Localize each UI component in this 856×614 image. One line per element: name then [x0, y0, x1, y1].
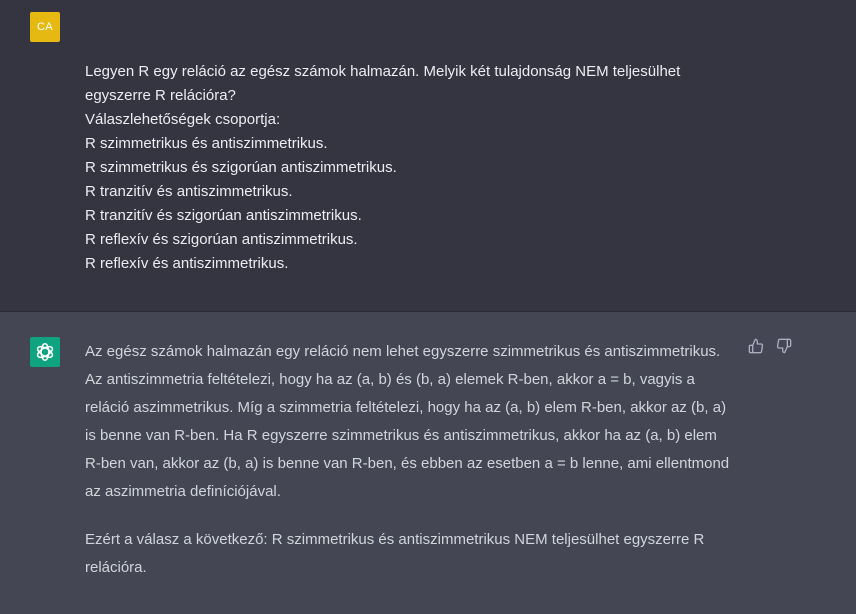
user-message-text: Legyen R egy reláció az egész számok hal… [85, 60, 745, 276]
user-avatar: CA [30, 12, 60, 42]
feedback-buttons [748, 338, 792, 354]
user-line: Legyen R egy reláció az egész számok hal… [85, 63, 681, 80]
user-avatar-initials: CA [37, 21, 53, 33]
assistant-message: Az egész számok halmazán egy reláció nem… [0, 312, 856, 614]
assistant-paragraph: Ezért a válasz a következő: R szimmetrik… [85, 531, 705, 576]
user-message: CA Legyen R egy reláció az egész számok … [0, 0, 856, 312]
user-line: egyszerre R relációra? [85, 87, 236, 104]
openai-logo-icon [36, 343, 54, 361]
assistant-paragraph: Az egész számok halmazán egy reláció nem… [85, 343, 730, 500]
user-line: R tranzitív és antiszimmetrikus. [85, 183, 293, 200]
user-line: R reflexív és szigorúan antiszimmetrikus… [85, 231, 358, 248]
thumbs-up-icon[interactable] [748, 338, 764, 354]
thumbs-down-icon[interactable] [776, 338, 792, 354]
assistant-message-text: Az egész számok halmazán egy reláció nem… [85, 338, 735, 602]
user-line: Válaszlehetőségek csoportja: [85, 111, 281, 128]
assistant-avatar [30, 337, 60, 367]
user-line: R reflexív és antiszimmetrikus. [85, 255, 289, 272]
user-line: R tranzitív és szigorúan antiszimmetriku… [85, 207, 362, 224]
user-line: R szimmetrikus és szigorúan antiszimmetr… [85, 159, 397, 176]
user-line: R szimmetrikus és antiszimmetrikus. [85, 135, 328, 152]
